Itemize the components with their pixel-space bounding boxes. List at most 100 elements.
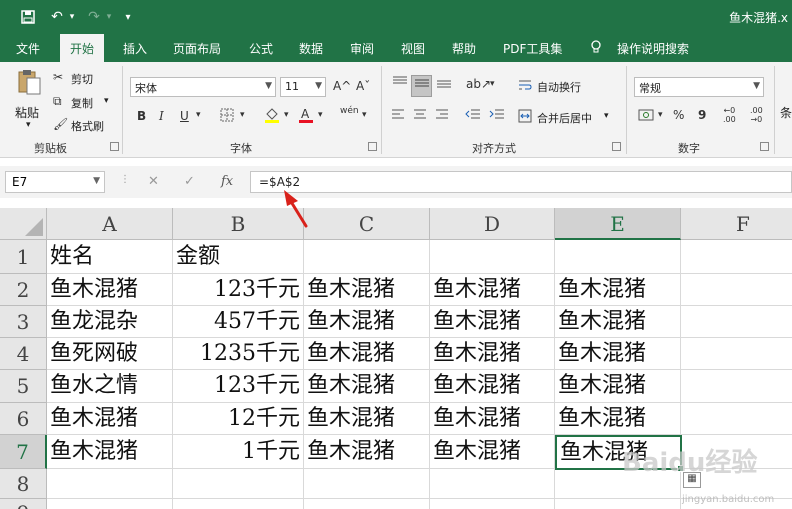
cell-d3[interactable]: 鱼木混猪 [430, 306, 555, 338]
paste-button[interactable]: 粘贴 [15, 104, 39, 121]
cell-a6[interactable]: 鱼木混猪 [47, 403, 173, 435]
cell-a7[interactable]: 鱼木混猪 [47, 435, 173, 469]
cell-c5[interactable]: 鱼木混猪 [304, 370, 430, 403]
merge-dropdown-icon[interactable]: ▾ [604, 111, 609, 121]
percent-button[interactable]: % [673, 108, 684, 122]
tab-data[interactable]: 数据 [299, 40, 323, 57]
cell-c1[interactable] [304, 240, 430, 274]
row-header-5[interactable]: 5 [0, 370, 47, 403]
cell-b1[interactable]: 金额 [173, 240, 304, 274]
italic-button[interactable]: I [159, 109, 164, 123]
cell-b4[interactable]: 1235千元 [173, 338, 304, 370]
accounting-dropdown-icon[interactable]: ▾ [658, 110, 663, 120]
cell-c2[interactable]: 鱼木混猪 [304, 274, 430, 306]
cell-d5[interactable]: 鱼木混猪 [430, 370, 555, 403]
customize-toolbar-icon[interactable]: ▾ [118, 7, 138, 27]
fill-color-icon[interactable] [264, 106, 280, 127]
tab-view[interactable]: 视图 [401, 40, 425, 57]
tab-file[interactable]: 文件 [16, 40, 40, 57]
align-bottom-icon[interactable] [434, 75, 454, 97]
row-header-8[interactable]: 8 [0, 469, 47, 499]
tell-me-search[interactable]: 操作说明搜索 [617, 40, 689, 57]
row-header-6[interactable]: 6 [0, 403, 47, 435]
shrink-font-icon[interactable]: Aˇ [356, 79, 370, 93]
row-header-3[interactable]: 3 [0, 306, 47, 338]
align-center-icon[interactable] [413, 108, 427, 123]
copy-icon[interactable]: ⧉ [53, 94, 62, 109]
cell-d2[interactable]: 鱼木混猪 [430, 274, 555, 306]
tab-insert[interactable]: 插入 [123, 40, 147, 57]
row-header-9[interactable]: 9 [0, 499, 47, 509]
cell-c9[interactable] [304, 499, 430, 509]
formula-input[interactable]: =$A$2 [250, 171, 792, 193]
format-painter-button[interactable]: 格式刷 [71, 118, 104, 134]
cell-f1[interactable] [681, 240, 792, 274]
paste-icon[interactable] [14, 68, 44, 96]
paste-dropdown-icon[interactable]: ▾ [26, 120, 31, 130]
cell-d8[interactable] [430, 469, 555, 499]
phonetic-dropdown-icon[interactable]: ▾ [362, 110, 367, 120]
cell-d4[interactable]: 鱼木混猪 [430, 338, 555, 370]
cell-c8[interactable] [304, 469, 430, 499]
cell-a9[interactable] [47, 499, 173, 509]
cell-f2[interactable] [681, 274, 792, 306]
increase-indent-icon[interactable] [489, 108, 505, 123]
cell-e3[interactable]: 鱼木混猪 [555, 306, 681, 338]
cell-e4[interactable]: 鱼木混猪 [555, 338, 681, 370]
cancel-icon[interactable]: ✕ [148, 174, 159, 189]
clipboard-launcher-icon[interactable] [110, 142, 119, 151]
column-header-b[interactable]: B [173, 208, 304, 240]
underline-dropdown-icon[interactable]: ▾ [196, 110, 201, 120]
row-header-4[interactable]: 4 [0, 338, 47, 370]
align-right-icon[interactable] [435, 108, 449, 123]
enter-icon[interactable]: ✓ [184, 174, 195, 189]
grow-font-icon[interactable]: A^ [333, 79, 351, 93]
column-header-e[interactable]: E [555, 208, 681, 240]
fill-color-dropdown-icon[interactable]: ▾ [284, 110, 289, 120]
font-color-dropdown-icon[interactable]: ▾ [318, 110, 323, 120]
tab-home[interactable]: 开始 [60, 34, 105, 62]
orientation-icon[interactable]: ab↗ [466, 77, 491, 91]
cell-c7[interactable]: 鱼木混猪 [304, 435, 430, 469]
column-header-d[interactable]: D [430, 208, 555, 240]
tab-formulas[interactable]: 公式 [249, 40, 273, 57]
column-header-a[interactable]: A [47, 208, 173, 240]
comma-style-button[interactable]: 9 [698, 108, 706, 122]
cell-f6[interactable] [681, 403, 792, 435]
conditional-formatting-button[interactable]: 条 [780, 104, 792, 121]
insert-function-icon[interactable]: fx [221, 174, 233, 189]
cell-b8[interactable] [173, 469, 304, 499]
cell-b9[interactable] [173, 499, 304, 509]
name-box[interactable]: E7 ▼ [5, 171, 105, 193]
merge-center-button[interactable]: 合并后居中 [537, 110, 592, 126]
borders-icon[interactable] [220, 108, 234, 125]
bold-button[interactable]: B [137, 109, 146, 123]
align-middle-icon[interactable] [411, 75, 432, 97]
cell-c3[interactable]: 鱼木混猪 [304, 306, 430, 338]
font-size-select[interactable]: 11 ▼ [280, 77, 326, 97]
number-format-select[interactable]: 常规 ▼ [634, 77, 764, 97]
tab-review[interactable]: 审阅 [350, 40, 374, 57]
cell-b7[interactable]: 1千元 [173, 435, 304, 469]
alignment-launcher-icon[interactable] [612, 142, 621, 151]
cell-e6[interactable]: 鱼木混猪 [555, 403, 681, 435]
tab-pdf-tools[interactable]: PDF工具集 [503, 40, 562, 57]
tab-page-layout[interactable]: 页面布局 [173, 40, 221, 57]
cell-f4[interactable] [681, 338, 792, 370]
row-header-7[interactable]: 7 [0, 435, 47, 469]
redo-dropdown-icon[interactable]: ▾ [99, 7, 119, 27]
cell-a4[interactable]: 鱼死网破 [47, 338, 173, 370]
cell-a1[interactable]: 姓名 [47, 240, 173, 274]
font-color-icon[interactable]: A [298, 106, 314, 127]
cell-b3[interactable]: 457千元 [173, 306, 304, 338]
cell-f5[interactable] [681, 370, 792, 403]
save-icon[interactable] [18, 7, 38, 27]
select-all-button[interactable] [0, 208, 47, 240]
cell-c6[interactable]: 鱼木混猪 [304, 403, 430, 435]
tab-help[interactable]: 帮助 [452, 40, 476, 57]
align-left-icon[interactable] [391, 108, 405, 123]
cell-a3[interactable]: 鱼龙混杂 [47, 306, 173, 338]
cell-e9[interactable] [555, 499, 681, 509]
number-launcher-icon[interactable] [760, 142, 769, 151]
copy-dropdown-icon[interactable]: ▾ [104, 96, 109, 106]
